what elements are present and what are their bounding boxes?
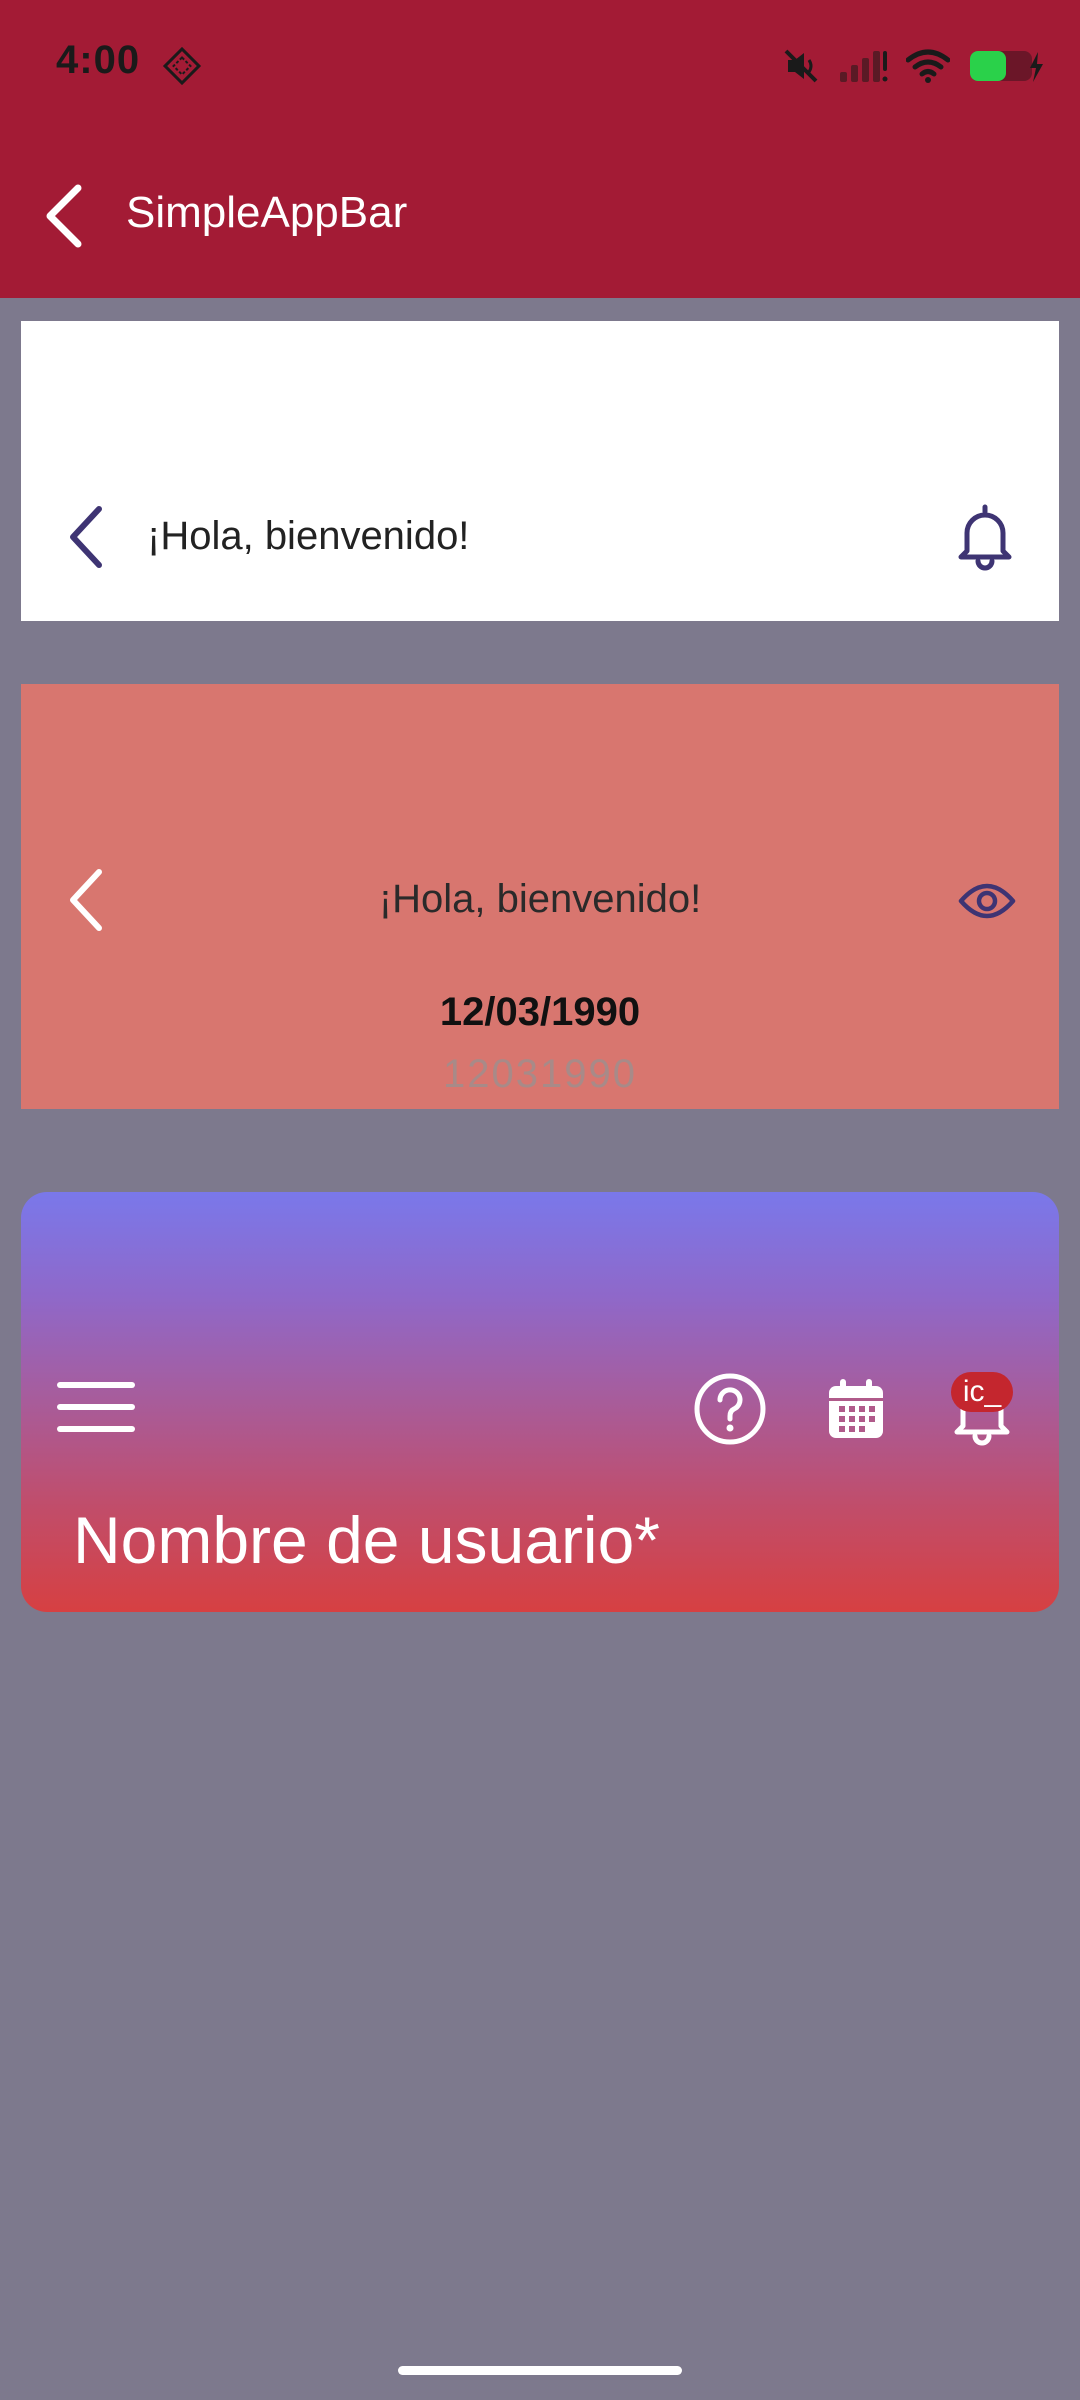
date-value: 12/03/1990 <box>439 990 641 1034</box>
eye-icon[interactable] <box>957 880 1017 922</box>
home-indicator[interactable] <box>398 2366 682 2375</box>
welcome-title: ¡Hola, bienvenido! <box>147 514 470 558</box>
battery-icon <box>970 51 1043 82</box>
welcome-title: ¡Hola, bienvenido! <box>378 877 702 921</box>
back-chevron-icon[interactable] <box>63 501 111 573</box>
help-circle-icon[interactable] <box>693 1372 767 1446</box>
gradient-app-bar-card: ic_ Nombre de usuario* <box>21 1192 1059 1612</box>
status-time: 4:00 <box>56 38 141 82</box>
diamond-app-icon <box>162 46 202 86</box>
app-bar-title: SimpleAppBar <box>126 188 408 237</box>
date-app-bar-card: ¡Hola, bienvenido! 12/03/1990 12031990 <box>21 684 1059 1109</box>
wifi-icon <box>906 49 950 83</box>
date-raw-value: 12031990 <box>443 1052 637 1096</box>
status-icons <box>782 44 1050 88</box>
calendar-icon[interactable] <box>827 1378 885 1440</box>
simple-app-bar-card: ¡Hola, bienvenido! <box>21 321 1059 621</box>
back-chevron-icon[interactable] <box>40 180 90 252</box>
app-top-bar: 4:00 SimpleAppBar <box>0 0 1080 298</box>
hamburger-menu-icon[interactable] <box>57 1380 135 1434</box>
notification-badge: ic_ <box>951 1372 1013 1412</box>
mute-icon <box>784 49 818 83</box>
username-label: Nombre de usuario* <box>73 1503 660 1577</box>
signal-icon <box>840 51 888 82</box>
bell-icon[interactable] <box>953 501 1017 571</box>
